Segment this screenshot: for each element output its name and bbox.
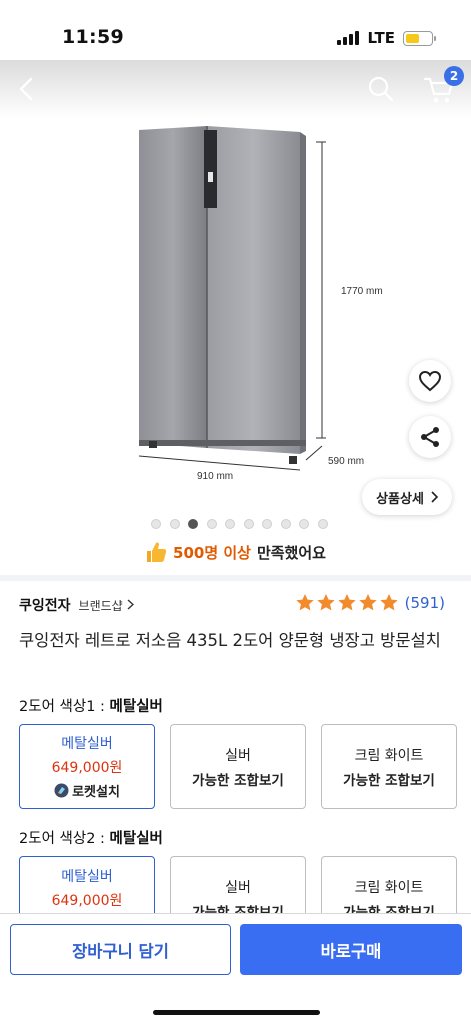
add-to-cart-button[interactable]: 장바구니 담기 <box>10 924 231 975</box>
pagination-dot[interactable] <box>243 519 254 529</box>
option-card-silver[interactable]: 실버 가능한 조합보기 <box>170 724 306 809</box>
thumbs-up-icon <box>147 542 167 562</box>
battery-icon <box>403 30 436 46</box>
pagination-dot[interactable] <box>169 519 180 529</box>
star-icon <box>379 594 398 611</box>
chevron-right-icon <box>127 599 134 610</box>
option-label-prefix: 2도어 색상1 : <box>19 699 110 715</box>
option-price: 649,000원 <box>51 892 123 909</box>
option-name: 메탈실버 <box>61 736 113 752</box>
battery-level <box>406 33 420 43</box>
star-icon <box>358 594 377 611</box>
satisfaction-banner: 500명 이상 만족했어요 <box>0 540 471 564</box>
pagination-dot[interactable] <box>151 519 162 529</box>
option-combo-link: 가능한 조합보기 <box>343 772 435 789</box>
option-name: 실버 <box>225 747 251 764</box>
brand-shop-label: 브랜드샵 <box>78 599 123 613</box>
section-divider <box>0 575 471 581</box>
buy-now-button[interactable]: 바로구매 <box>240 924 462 975</box>
share-icon <box>421 427 439 447</box>
product-image[interactable]: 1770 mm 910 mm 590 mm <box>0 118 471 518</box>
option-label-prefix: 2도어 색상2 : <box>19 831 110 847</box>
share-button[interactable] <box>409 416 451 458</box>
search-icon[interactable] <box>366 74 396 104</box>
star-icon <box>295 594 314 611</box>
depth-dimension-label: 590 mm <box>328 456 364 467</box>
image-pagination <box>0 519 471 529</box>
pagination-dot[interactable] <box>225 519 236 529</box>
option-combo-link: 가능한 조합보기 <box>192 772 284 789</box>
brand-row[interactable]: 쿠잉전자 브랜드샵 <box>19 595 134 615</box>
pagination-dot[interactable] <box>206 519 217 529</box>
back-arrow-icon[interactable] <box>12 74 42 104</box>
option-label-value: 메탈실버 <box>109 699 163 715</box>
rocket-install-label: 로켓설치 <box>72 785 120 800</box>
status-indicators: LTE <box>337 29 436 47</box>
brand-shop-link[interactable]: 브랜드샵 <box>79 597 134 614</box>
bottom-action-bar: 장바구니 담기 바로구매 <box>0 913 471 1024</box>
rocket-icon <box>54 783 69 798</box>
pagination-dot[interactable] <box>299 519 310 529</box>
pagination-dot[interactable] <box>280 519 291 529</box>
satisfaction-count: 500명 이상 <box>173 543 251 562</box>
product-title: 쿠잉전자 레트로 저소음 435L 2도어 양문형 냉장고 방문설치 <box>19 631 441 650</box>
signal-icon <box>337 31 360 45</box>
pagination-dot[interactable] <box>317 519 328 529</box>
option-name: 크림 화이트 <box>354 879 424 896</box>
option-card-cream-white[interactable]: 크림 화이트 가능한 조합보기 <box>321 724 457 809</box>
status-bar: 11:59 LTE <box>0 0 471 60</box>
status-time: 11:59 <box>62 26 124 48</box>
refrigerator-illustration: 1770 mm 910 mm 590 mm <box>138 126 383 482</box>
pagination-dot[interactable] <box>188 519 199 529</box>
wishlist-button[interactable] <box>409 360 451 402</box>
heart-icon <box>418 370 442 392</box>
chevron-right-icon <box>431 491 438 503</box>
brand-name[interactable]: 쿠잉전자 <box>19 595 71 615</box>
star-icon <box>337 594 356 611</box>
top-nav <box>0 60 471 118</box>
product-detail-label: 상품상세 <box>376 491 424 507</box>
star-icon <box>316 594 335 611</box>
option-row-color1: 메탈실버 649,000원 로켓설치 실버 가능한 조합보기 크림 화이트 가능… <box>19 724 457 809</box>
pagination-dot[interactable] <box>262 519 273 529</box>
option-name: 크림 화이트 <box>354 747 424 764</box>
cart-count-badge: 2 <box>444 66 464 86</box>
option-label-color2: 2도어 색상2 : 메탈실버 <box>19 827 163 848</box>
rocket-install-badge: 로켓설치 <box>54 781 120 800</box>
product-detail-button[interactable]: 상품상세 <box>362 479 452 515</box>
option-price: 649,000원 <box>51 760 123 776</box>
network-label: LTE <box>367 29 395 47</box>
rating[interactable]: (591) <box>295 593 445 612</box>
option-card-metal-silver[interactable]: 메탈실버 649,000원 로켓설치 <box>19 724 155 809</box>
option-name: 메탈실버 <box>61 868 113 885</box>
satisfaction-text: 만족했어요 <box>256 543 326 562</box>
option-name: 실버 <box>225 879 251 896</box>
option-label-color1: 2도어 색상1 : 메탈실버 <box>19 695 163 716</box>
home-indicator[interactable] <box>153 1010 320 1015</box>
height-dimension-label: 1770 mm <box>341 286 383 297</box>
width-dimension-label: 910 mm <box>197 471 233 482</box>
review-count[interactable]: (591) <box>405 594 445 612</box>
option-label-value: 메탈실버 <box>109 831 163 847</box>
